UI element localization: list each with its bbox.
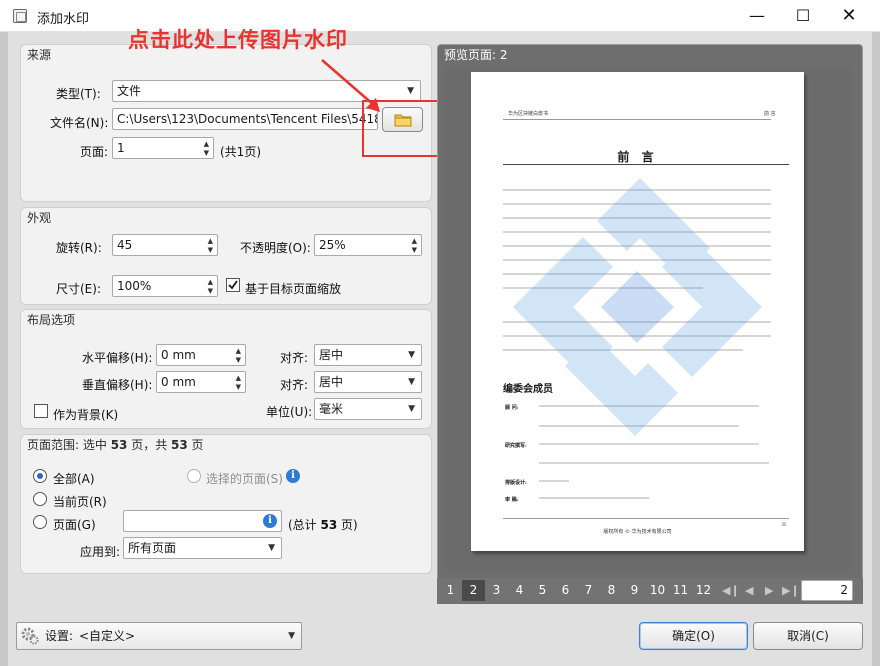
opacity-value: 25%: [319, 238, 346, 252]
v-align-value: 居中: [319, 375, 344, 389]
v-align-select[interactable]: 居中 ▼: [314, 371, 422, 393]
settings-value: <自定义>: [79, 629, 136, 643]
h-align-value: 居中: [319, 348, 344, 362]
apply-value: 所有页面: [128, 541, 177, 555]
background-checkbox[interactable]: [34, 404, 48, 418]
scale-label: 基于目标页面缩放: [245, 282, 342, 296]
page-button[interactable]: 12: [692, 580, 715, 601]
gear-icon: [21, 627, 39, 645]
pages-radio[interactable]: [33, 515, 47, 529]
preview-title: 预览页面: 2: [444, 48, 508, 62]
selected-pages-label: 选择的页面(S): [206, 472, 283, 486]
annotation-arrow: [321, 59, 380, 112]
page-button[interactable]: 8: [600, 580, 623, 601]
preview-document: 华为区块链白皮书 前 言 前 言 编委会成员 顾 问: 研究撰写: 排版设计: …: [471, 72, 804, 551]
page-button[interactable]: 1: [439, 580, 462, 601]
pages-label: 页面(G): [53, 518, 96, 532]
source-title: 来源: [27, 48, 52, 62]
prev-page-icon[interactable]: ◀: [745, 580, 753, 601]
page-button[interactable]: 9: [623, 580, 646, 601]
v-offset-label: 垂直偏移(H):: [82, 378, 153, 392]
appearance-title: 外观: [27, 211, 52, 225]
current-page-label: 当前页(R): [53, 495, 107, 509]
checkmark-icon: [228, 280, 238, 290]
page-button[interactable]: 10: [646, 580, 669, 601]
last-page-icon[interactable]: ▶❙: [782, 580, 800, 601]
size-value: 100%: [117, 279, 152, 293]
layout-title: 布局选项: [27, 313, 76, 327]
close-icon[interactable]: ✕: [826, 0, 872, 32]
h-align-label: 对齐:: [280, 351, 309, 365]
page-button[interactable]: 11: [669, 580, 692, 601]
stepper-arrows-icon[interactable]: ▲ ▼: [203, 276, 217, 296]
rotation-label: 旋转(R):: [56, 241, 102, 255]
type-value: 文件: [117, 84, 142, 98]
h-offset-stepper[interactable]: 0 mm ▲ ▼: [156, 344, 246, 366]
size-stepper[interactable]: 100% ▲ ▼: [112, 275, 218, 297]
h-offset-label: 水平偏移(H):: [82, 351, 153, 365]
rotation-stepper[interactable]: 45 ▲ ▼: [112, 234, 218, 256]
info-icon[interactable]: i: [286, 469, 300, 483]
minimize-icon[interactable]: —: [734, 0, 780, 32]
filename-label: 文件名(N):: [50, 116, 109, 130]
type-label: 类型(T):: [56, 87, 101, 101]
v-align-label: 对齐:: [280, 378, 309, 392]
page-button[interactable]: 5: [531, 580, 554, 601]
opacity-label: 不透明度(O):: [240, 241, 311, 255]
stepper-arrows-icon[interactable]: ▲ ▼: [199, 138, 213, 158]
stepper-arrows-icon[interactable]: ▲ ▼: [407, 235, 421, 255]
ok-button[interactable]: 确定(O): [639, 622, 748, 650]
app-icon: [13, 9, 27, 23]
settings-select[interactable]: 设置: <自定义> ▼: [16, 622, 302, 650]
h-align-select[interactable]: 居中 ▼: [314, 344, 422, 366]
selected-pages-radio[interactable]: [187, 469, 201, 483]
page-button[interactable]: 6: [554, 580, 577, 601]
v-offset-value: 0 mm: [161, 375, 196, 389]
h-offset-value: 0 mm: [161, 348, 196, 362]
pager-arrows: ◀❙ ◀ ▶ ▶❙: [718, 580, 800, 601]
stepper-arrows-icon[interactable]: ▲ ▼: [231, 372, 245, 392]
current-page-radio[interactable]: [33, 492, 47, 506]
unit-select[interactable]: 毫米 ▼: [314, 398, 422, 420]
range-title: 页面范围: 选中 53 页，共 53 页: [27, 438, 204, 452]
pages-input[interactable]: [123, 510, 282, 532]
pages-total: (总计 53 页): [288, 518, 358, 532]
page-number-input[interactable]: 2: [801, 580, 853, 601]
page-total: (共1页): [220, 145, 261, 159]
page-button[interactable]: 3: [485, 580, 508, 601]
page-button[interactable]: 2: [462, 580, 485, 601]
apply-label: 应用到:: [80, 545, 121, 559]
first-page-icon[interactable]: ◀❙: [722, 580, 740, 601]
stepper-arrows-icon[interactable]: ▲ ▼: [203, 235, 217, 255]
page-button[interactable]: 7: [577, 580, 600, 601]
unit-value: 毫米: [319, 402, 344, 416]
page-label: 页面:: [80, 145, 109, 159]
page-button[interactable]: 4: [508, 580, 531, 601]
opacity-stepper[interactable]: 25% ▲ ▼: [314, 234, 422, 256]
page-input-value: 2: [840, 583, 848, 597]
next-page-icon[interactable]: ▶: [765, 580, 773, 601]
info-icon[interactable]: i: [263, 514, 277, 528]
size-label: 尺寸(E):: [56, 282, 101, 296]
background-label: 作为背景(K): [53, 408, 119, 422]
all-pages-radio[interactable]: [33, 469, 47, 483]
scale-checkbox[interactable]: [226, 278, 240, 292]
stepper-arrows-icon[interactable]: ▲ ▼: [231, 345, 245, 365]
page-stepper[interactable]: 1 ▲ ▼: [112, 137, 214, 159]
window-title: 添加水印: [37, 12, 90, 27]
apply-select[interactable]: 所有页面 ▼: [123, 537, 282, 559]
v-offset-stepper[interactable]: 0 mm ▲ ▼: [156, 371, 246, 393]
cancel-button[interactable]: 取消(C): [753, 622, 863, 650]
rotation-value: 45: [117, 238, 133, 252]
annotation-text: 点击此处上传图片水印: [128, 28, 348, 52]
page-value: 1: [117, 141, 125, 155]
unit-label: 单位(U):: [266, 405, 313, 419]
watermark-logo-icon: [513, 178, 762, 436]
maximize-icon[interactable]: ☐: [780, 0, 826, 32]
settings-label: 设置:: [45, 629, 74, 643]
all-pages-label: 全部(A): [53, 472, 95, 486]
